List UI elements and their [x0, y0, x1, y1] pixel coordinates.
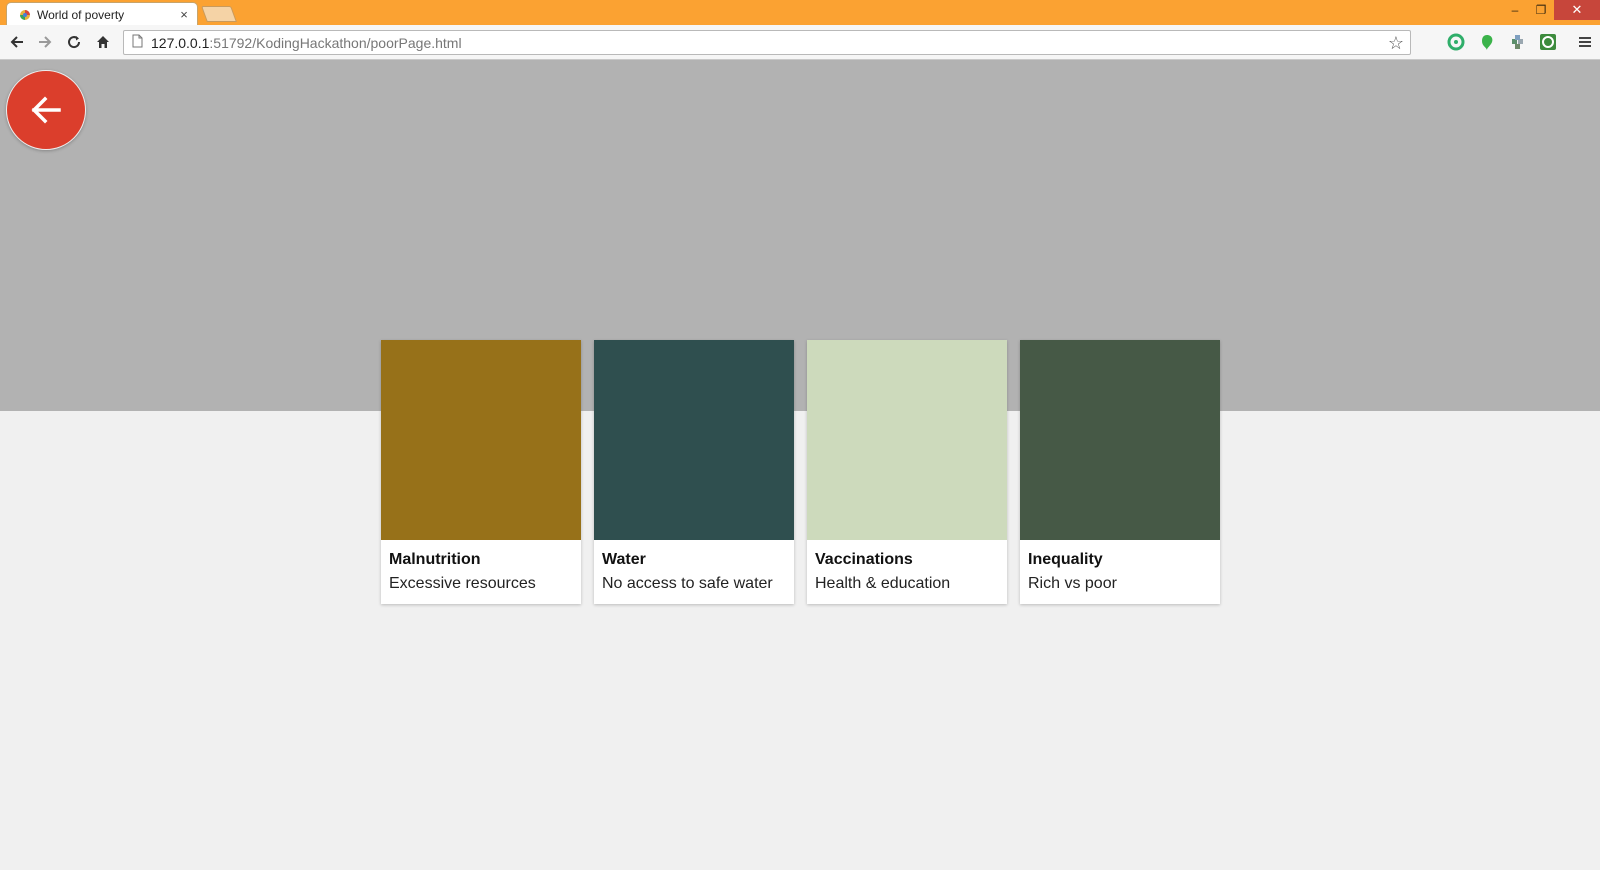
star-icon[interactable]: ☆: [1388, 33, 1404, 53]
favicon-icon: [19, 9, 31, 21]
minimize-button[interactable]: ‒: [1502, 0, 1528, 20]
card-inequality[interactable]: Inequality Rich vs poor: [1020, 340, 1220, 604]
card-body: Inequality Rich vs poor: [1020, 540, 1220, 593]
green-square-extension-icon[interactable]: [1538, 32, 1558, 52]
browser-toolbar: 127.0.0.1 :51792/KodingHackathon/poorPag…: [0, 25, 1600, 60]
green-leaf-extension-icon[interactable]: [1477, 32, 1497, 52]
puzzle-extension-icon[interactable]: [1508, 32, 1528, 52]
card-image: [594, 340, 794, 540]
tab-title: World of poverty: [37, 7, 125, 22]
card-image: [1020, 340, 1220, 540]
home-icon[interactable]: [92, 31, 114, 53]
page-icon: [132, 34, 143, 51]
card-title: Inequality: [1028, 551, 1103, 568]
url-host: 127.0.0.1: [151, 34, 210, 51]
arrow-left-icon: [31, 96, 61, 124]
url-path: :51792/KodingHackathon/poorPage.html: [209, 34, 462, 51]
card-subtitle: Rich vs poor: [1028, 575, 1117, 592]
card-body: Water No access to safe water: [594, 540, 794, 593]
page-content: Malnutrition Excessive resources Water N…: [0, 60, 1600, 870]
card-image: [807, 340, 1007, 540]
card-subtitle: Health & education: [815, 575, 951, 592]
cause-cards: Malnutrition Excessive resources Water N…: [381, 340, 1220, 604]
card-title: Malnutrition: [389, 551, 481, 568]
menu-icon[interactable]: [1575, 32, 1595, 52]
card-vaccinations[interactable]: Vaccinations Health & education: [807, 340, 1007, 604]
new-tab-button[interactable]: [201, 6, 237, 22]
close-window-button[interactable]: ✕: [1554, 0, 1600, 20]
browser-tab[interactable]: World of poverty ×: [6, 2, 198, 26]
reload-icon[interactable]: [63, 31, 85, 53]
card-body: Vaccinations Health & education: [807, 540, 1007, 593]
card-title: Vaccinations: [815, 551, 913, 568]
green-ring-extension-icon[interactable]: [1446, 32, 1466, 52]
forward-icon[interactable]: [34, 31, 56, 53]
card-subtitle: No access to safe water: [602, 575, 773, 592]
tab-close-icon[interactable]: ×: [175, 7, 193, 22]
back-button[interactable]: [6, 70, 86, 150]
card-body: Malnutrition Excessive resources: [381, 540, 581, 593]
card-malnutrition[interactable]: Malnutrition Excessive resources: [381, 340, 581, 604]
card-water[interactable]: Water No access to safe water: [594, 340, 794, 604]
card-subtitle: Excessive resources: [389, 575, 536, 592]
card-image: [381, 340, 581, 540]
back-icon[interactable]: [6, 31, 28, 53]
restore-button[interactable]: ❐: [1528, 0, 1554, 20]
browser-titlebar: World of poverty × ‒ ❐ ✕: [0, 0, 1600, 26]
card-title: Water: [602, 551, 646, 568]
address-bar[interactable]: 127.0.0.1 :51792/KodingHackathon/poorPag…: [123, 30, 1411, 55]
window-controls: ‒ ❐ ✕: [1502, 0, 1600, 20]
